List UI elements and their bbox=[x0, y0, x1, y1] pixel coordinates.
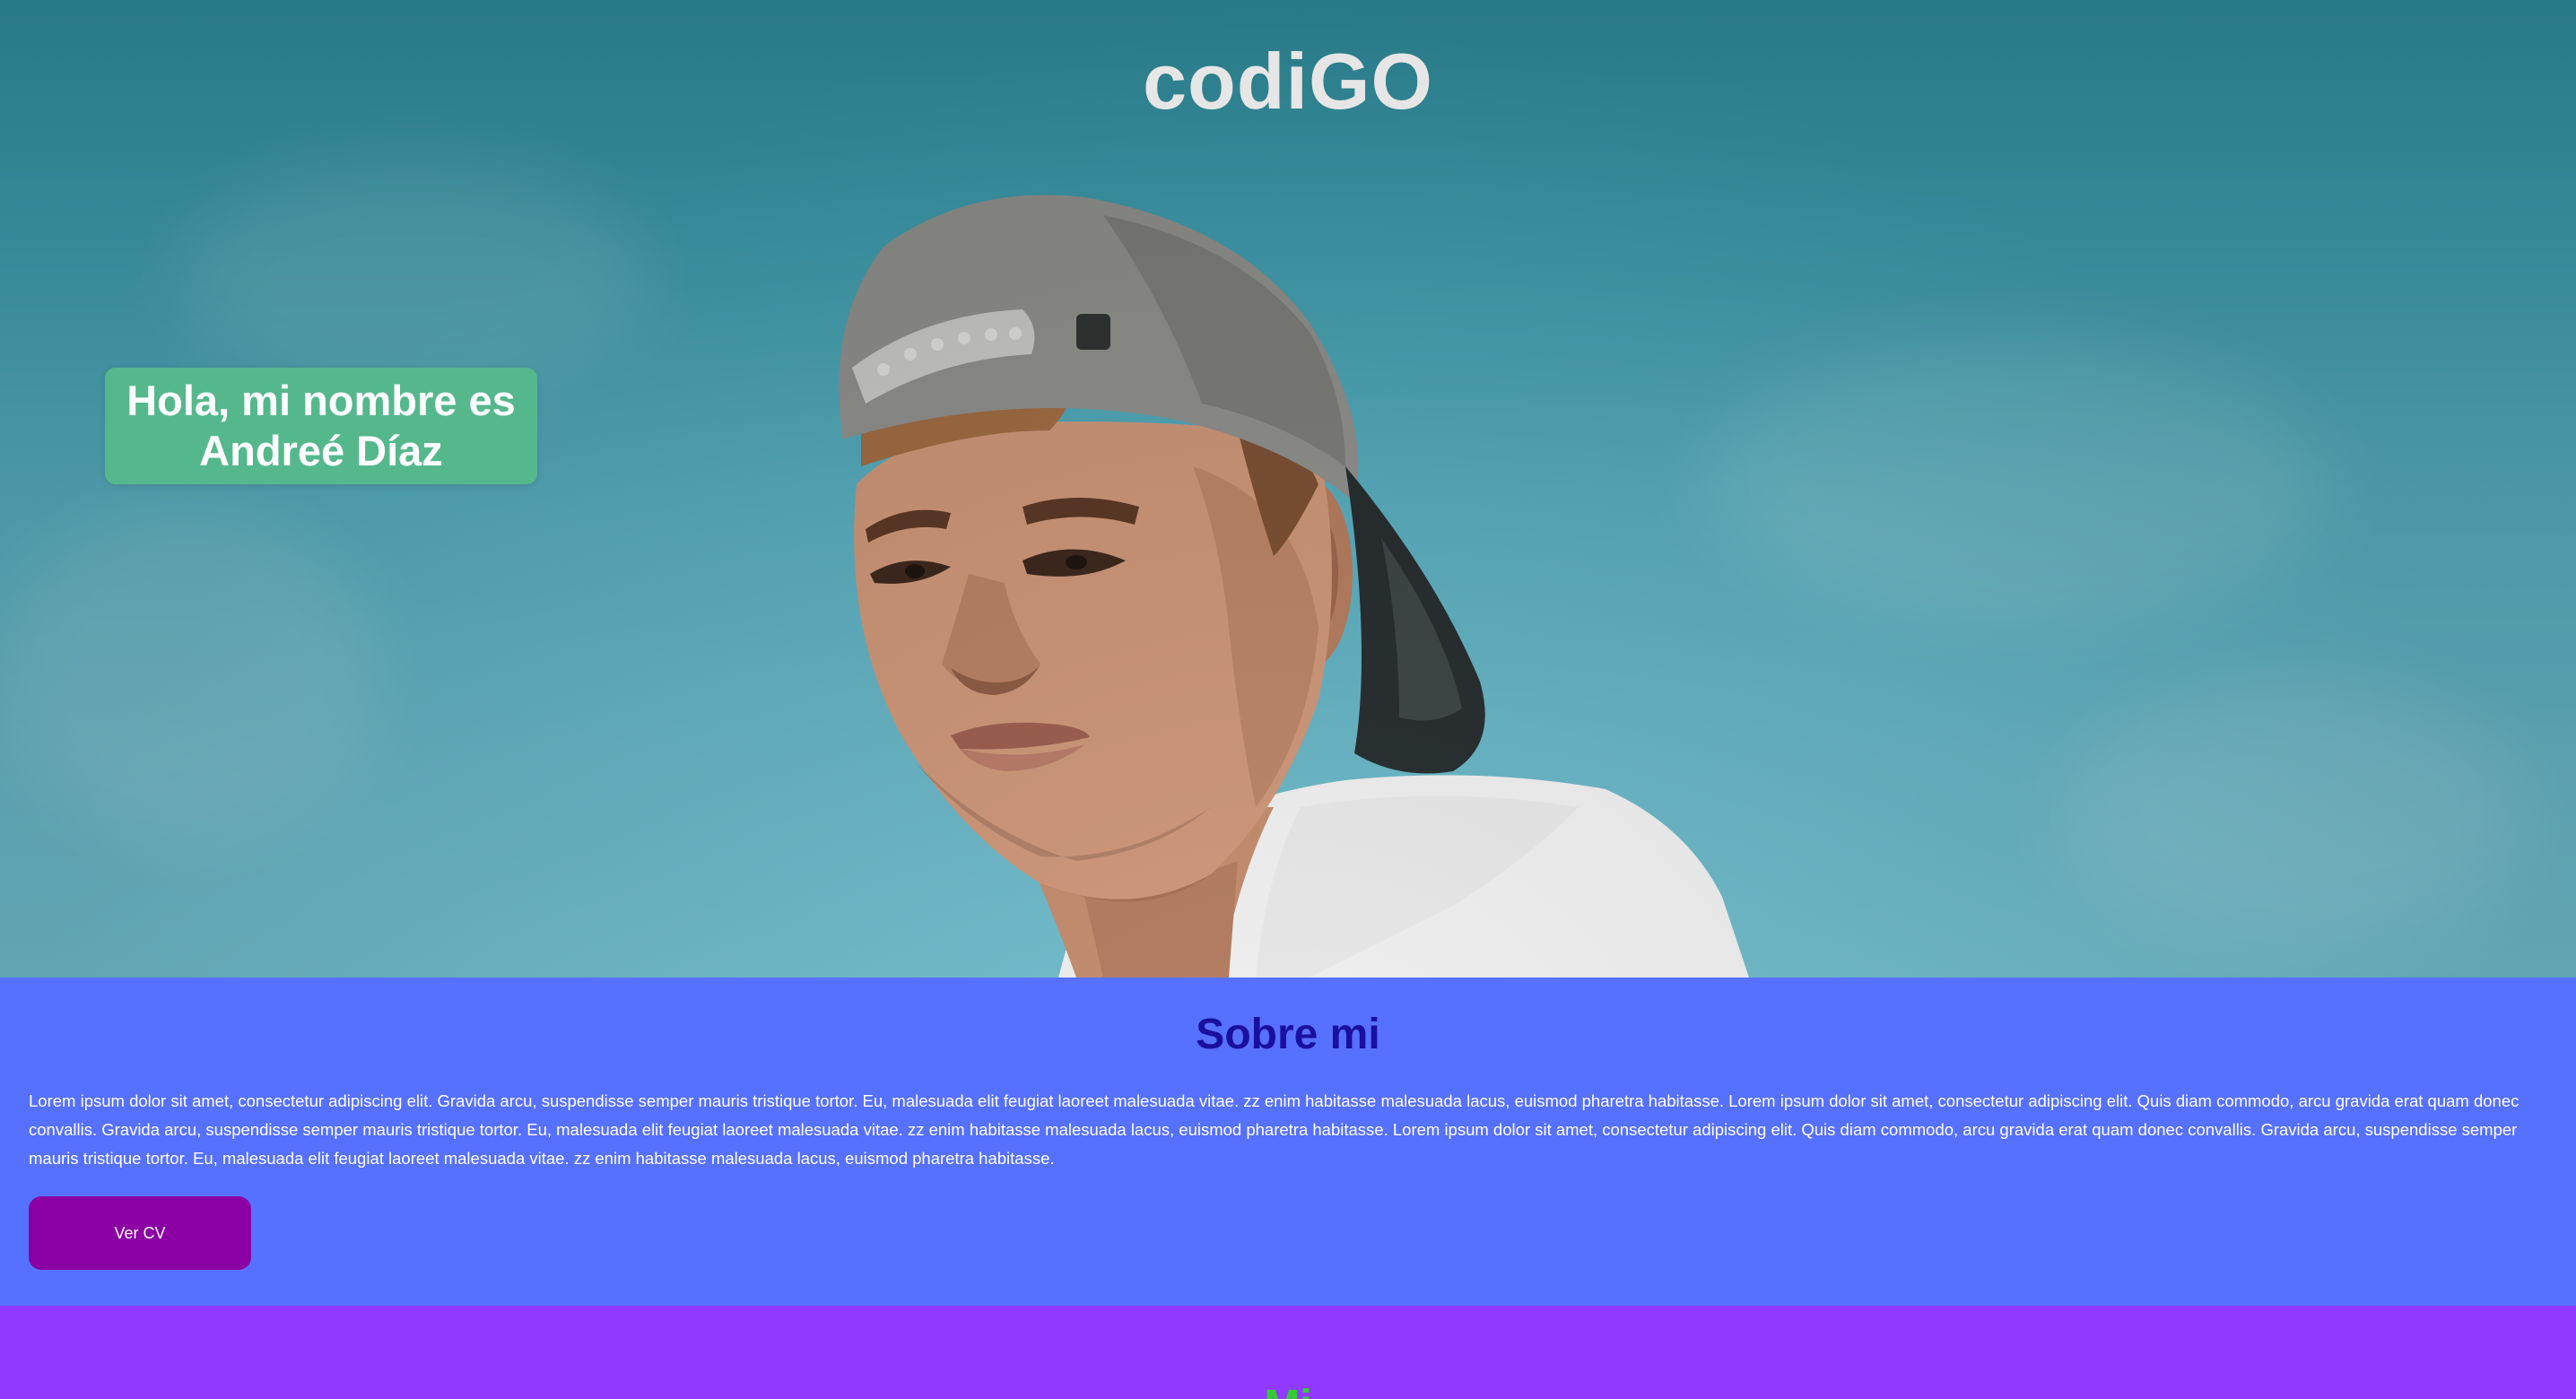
next-section-title: Mi bbox=[0, 1381, 2576, 1399]
site-title: codiGO bbox=[1143, 37, 1433, 126]
about-title: Sobre mi bbox=[1196, 1011, 1380, 1058]
view-cv-button[interactable]: Ver CV bbox=[29, 1196, 251, 1270]
portfolio-page: codiGO Hola, mi nombre es Andreé Díaz So… bbox=[0, 0, 2576, 1399]
next-section: Mi bbox=[0, 1306, 2576, 1399]
about-section: Sobre mi Lorem ipsum dolor sit amet, con… bbox=[0, 978, 2576, 1306]
hero-section: codiGO Hola, mi nombre es Andreé Díaz bbox=[0, 0, 2576, 978]
about-paragraph: Lorem ipsum dolor sit amet, consectetur … bbox=[29, 1091, 2519, 1168]
intro-greeting-badge: Hola, mi nombre es Andreé Díaz bbox=[105, 368, 537, 484]
hero-vignette bbox=[0, 0, 2576, 978]
